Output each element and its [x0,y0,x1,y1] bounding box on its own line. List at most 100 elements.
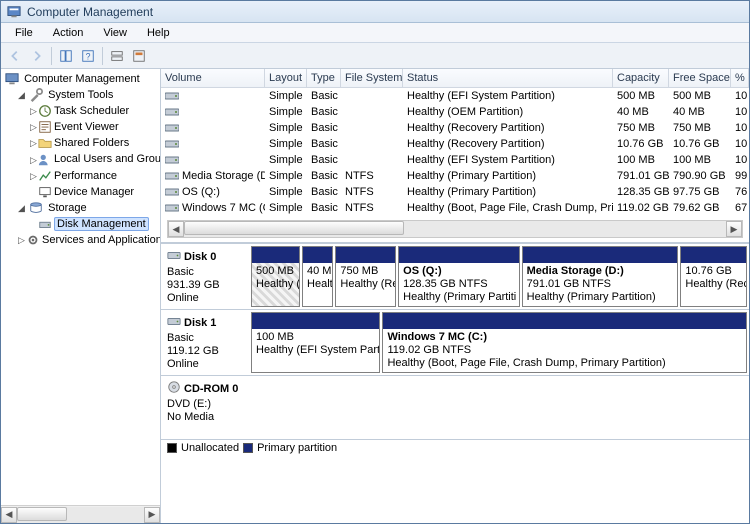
partition-status: Healthy (EFI [256,278,295,291]
tree-root[interactable]: Computer Management ◢ System Tools ▷Task… [5,71,160,248]
scroll-thumb[interactable] [17,507,67,521]
col-header-capacity[interactable]: Capacity [613,69,669,88]
menu-help[interactable]: Help [137,25,180,41]
col-header-status[interactable]: Status [403,69,613,88]
sidebar-scrollbar[interactable]: ◀ ▶ [1,505,160,523]
col-header-fs[interactable]: File System [341,69,403,88]
partition[interactable]: 40 MBHealt [302,246,333,307]
volume-type: Basic [307,104,341,120]
expand-icon[interactable]: ▷ [29,103,38,119]
legend: Unallocated Primary partition [161,440,749,456]
users-icon [38,153,52,167]
menu-view[interactable]: View [93,25,137,41]
volume-row[interactable]: OS (Q:)SimpleBasicNTFSHealthy (Primary P… [161,184,749,200]
expand-icon[interactable]: ▷ [29,152,38,168]
partition-status: Healthy (Boot, Page File, Crash Dump, Pr… [387,357,742,370]
volume-pct: 10 [731,120,749,136]
col-header-free[interactable]: Free Space [669,69,731,88]
disk-size: 931.39 GB [167,279,245,291]
partition[interactable]: 500 MBHealthy (EFI [251,246,300,307]
partition[interactable]: OS (Q:)128.35 GB NTFSHealthy (Primary Pa… [398,246,519,307]
col-header-volume[interactable]: Volume [161,69,265,88]
partition[interactable]: 10.76 GBHealthy (Recovery [680,246,747,307]
volume-type: Basic [307,120,341,136]
volume-pct: 99 [731,168,749,184]
volume-row[interactable]: Media Storage (D:)SimpleBasicNTFSHealthy… [161,168,749,184]
volume-pct: 10 [731,152,749,168]
collapse-icon[interactable]: ◢ [17,200,26,216]
tree-event-viewer[interactable]: ▷Event Viewer [29,119,160,135]
expand-icon[interactable]: ▷ [29,119,38,135]
drive-icon [165,123,179,133]
volume-row[interactable]: SimpleBasicHealthy (Recovery Partition)1… [161,136,749,152]
help-button[interactable]: ? [78,46,98,66]
partition[interactable]: 750 MBHealthy (Rec [335,246,396,307]
partition-status: Healthy (EFI System Parti [256,344,375,357]
tree-device-manager[interactable]: Device Manager [29,184,160,200]
more-actions-button[interactable] [129,46,149,66]
back-button[interactable] [5,46,25,66]
scroll-left-icon[interactable]: ◀ [1,507,17,523]
tree-disk-management[interactable]: Disk Management [29,216,160,232]
partition-size: 128.35 GB NTFS [403,278,514,291]
show-hide-tree-button[interactable] [56,46,76,66]
tree-performance[interactable]: ▷Performance [29,168,160,184]
volume-layout: Simple [265,152,307,168]
volume-status: Healthy (EFI System Partition) [403,88,613,104]
volume-status: Healthy (Recovery Partition) [403,136,613,152]
scroll-thumb[interactable] [184,221,404,235]
disk-info[interactable]: Disk 0Basic931.39 GBOnline [163,246,249,307]
menu-action[interactable]: Action [43,25,94,41]
partition-status: Healthy (Primary Partiti [403,291,514,304]
volume-layout: Simple [265,136,307,152]
volume-row[interactable]: Windows 7 MC (C:)SimpleBasicNTFSHealthy … [161,200,749,216]
col-header-pct[interactable]: % [731,69,749,88]
tree-local-users[interactable]: ▷Local Users and Groups [29,151,160,167]
volume-name: OS (Q:) [182,184,220,200]
volume-fs: NTFS [341,168,403,184]
forward-button[interactable] [27,46,47,66]
tree-storage[interactable]: ◢ Storage Disk Management [17,200,160,232]
legend-primary-label: Primary partition [257,442,337,454]
volume-capacity: 119.02 GB [613,200,669,216]
legend-unallocated-label: Unallocated [181,442,239,454]
scroll-right-icon[interactable]: ▶ [144,507,160,523]
toolbar: ? [1,43,749,69]
menu-file[interactable]: File [5,25,43,41]
expand-icon[interactable]: ▷ [17,232,26,248]
volume-row[interactable]: SimpleBasicHealthy (Recovery Partition)7… [161,120,749,136]
volume-status: Healthy (Recovery Partition) [403,120,613,136]
volume-row[interactable]: SimpleBasicHealthy (EFI System Partition… [161,152,749,168]
expand-icon[interactable]: ▷ [29,168,38,184]
partition[interactable]: 100 MBHealthy (EFI System Parti [251,312,380,373]
volume-pct: 76 [731,184,749,200]
expand-icon[interactable]: ▷ [29,135,38,151]
volume-fs [341,104,403,120]
tree-services[interactable]: ▷Services and Applications [17,232,160,248]
tree-shared-folders[interactable]: ▷Shared Folders [29,135,160,151]
disk-info[interactable]: CD-ROM 0DVD (E:)No Media [163,378,249,437]
disk-status: Online [167,358,245,370]
scroll-left-icon[interactable]: ◀ [168,221,184,237]
event-icon [38,120,52,134]
col-header-layout[interactable]: Layout [265,69,307,88]
partition[interactable]: Media Storage (D:)791.01 GB NTFSHealthy … [522,246,679,307]
volume-free: 79.62 GB [669,200,731,216]
tree-task-scheduler[interactable]: ▷Task Scheduler [29,103,160,119]
volume-row[interactable]: SimpleBasicHealthy (OEM Partition)40 MB4… [161,104,749,120]
col-header-type[interactable]: Type [307,69,341,88]
scroll-right-icon[interactable]: ▶ [726,221,742,237]
tree-system-tools[interactable]: ◢ System Tools ▷Task Scheduler ▷Event Vi… [17,87,160,200]
volume-row[interactable]: SimpleBasicHealthy (EFI System Partition… [161,88,749,104]
volume-fs [341,120,403,136]
volume-status: Healthy (Primary Partition) [403,184,613,200]
collapse-icon[interactable]: ◢ [17,87,26,103]
disk-info[interactable]: Disk 1Basic119.12 GBOnline [163,312,249,373]
disk-row: CD-ROM 0DVD (E:)No Media [161,376,749,440]
volume-scrollbar[interactable]: ◀ ▶ [167,220,743,238]
app-icon [7,5,21,19]
partition[interactable]: Windows 7 MC (C:)119.02 GB NTFSHealthy (… [382,312,747,373]
volume-layout: Simple [265,88,307,104]
settings-button[interactable] [107,46,127,66]
drive-icon [165,139,179,149]
